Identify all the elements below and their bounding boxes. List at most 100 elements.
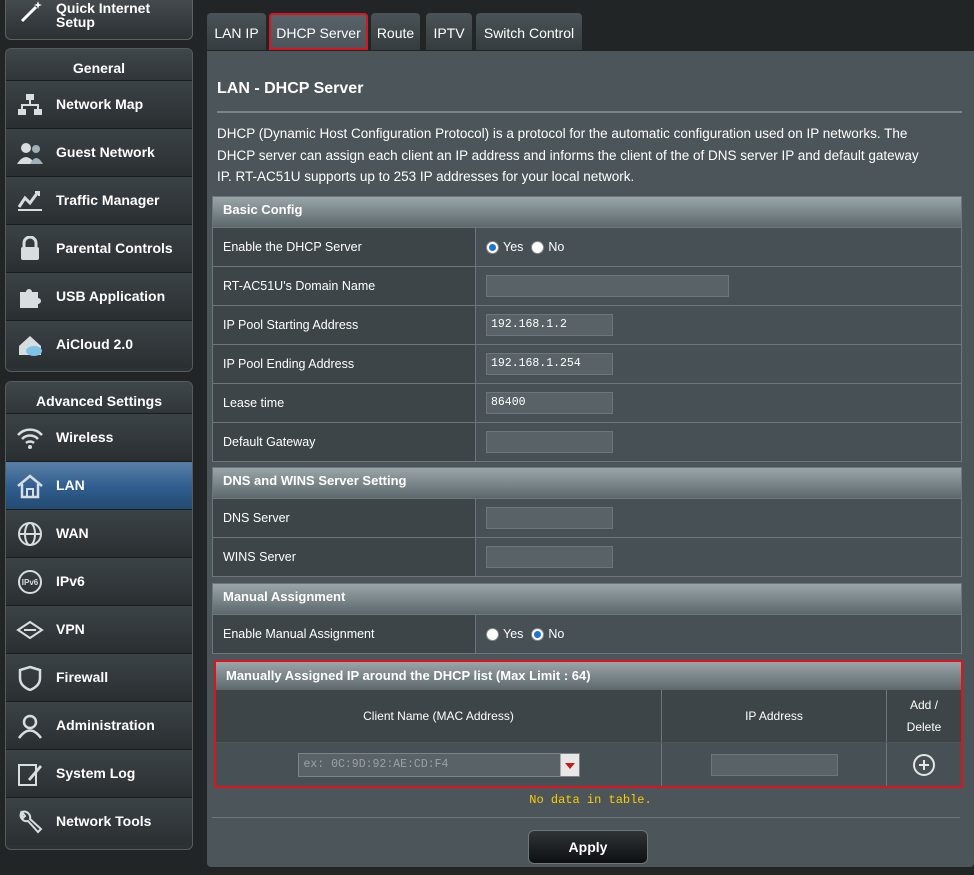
vpn-icon xyxy=(16,620,44,640)
ip-pool-end-input[interactable]: 192.168.1.254 xyxy=(486,353,613,375)
enable-dhcp-radios: Yes No xyxy=(486,228,572,266)
enable-manual-no-radio[interactable] xyxy=(531,627,545,641)
sidebar-item-label: USB Application xyxy=(56,288,166,304)
sidebar-item-firewall[interactable]: Firewall xyxy=(6,653,192,701)
section-title: Basic Config xyxy=(213,197,961,227)
enable-dhcp-yes-radio[interactable] xyxy=(486,240,499,254)
lease-time-input[interactable]: 86400 xyxy=(486,392,613,414)
default-gateway-input[interactable] xyxy=(486,431,613,453)
domain-name-row: RT-AC51U's Domain Name xyxy=(213,266,961,305)
advanced-settings-menu: Advanced Settings Wireless LAN WAN IPv6 xyxy=(5,381,193,850)
add-delete-label-2: Delete xyxy=(906,720,942,734)
add-delete-label-1: Add / xyxy=(909,698,939,712)
basic-config-section: Basic Config Enable the DHCP Server Yes … xyxy=(212,196,962,462)
sidebar-item-network-map[interactable]: Network Map xyxy=(6,80,192,128)
tab-lan-ip[interactable]: LAN IP xyxy=(207,13,266,50)
svg-text:IPv6: IPv6 xyxy=(22,578,39,587)
manual-assignment-section: Manual Assignment Enable Manual Assignme… xyxy=(212,583,962,654)
wand-icon xyxy=(20,1,42,23)
page-description: DHCP (Dynamic Host Configuration Protoco… xyxy=(217,126,919,184)
add-cell xyxy=(887,743,961,786)
ip-pool-start-input[interactable]: 192.168.1.2 xyxy=(486,314,613,336)
wins-server-input[interactable] xyxy=(486,546,613,568)
sidebar-item-wan[interactable]: WAN xyxy=(6,509,192,557)
enable-manual-yes-radio[interactable] xyxy=(486,627,499,641)
column-header-ip: IP Address xyxy=(662,690,887,742)
sidebar-item-label: LAN xyxy=(56,477,85,493)
user-icon xyxy=(17,714,43,739)
client-mac-cell: ex: 0C:9D:92:AE:CD:F4 xyxy=(216,743,662,786)
sidebar-item-network-tools[interactable]: Network Tools xyxy=(6,797,192,845)
wins-server-label: WINS Server xyxy=(213,538,476,576)
sidebar-item-aicloud[interactable]: AiCloud 2.0 xyxy=(6,320,192,368)
sidebar-item-label: Network Tools xyxy=(56,813,152,829)
radio-label: Yes xyxy=(503,240,524,254)
client-mac-combobox[interactable]: ex: 0C:9D:92:AE:CD:F4 xyxy=(297,752,580,777)
tab-switch-control[interactable]: Switch Control xyxy=(476,13,582,50)
apply-button[interactable]: Apply xyxy=(528,830,648,864)
guest-network-icon xyxy=(17,143,43,164)
sidebar-item-system-log[interactable]: System Log xyxy=(6,749,192,797)
sidebar-item-label: Network Map xyxy=(56,96,144,112)
dns-server-row: DNS Server xyxy=(213,498,961,537)
column-header-add-delete: Add / Delete xyxy=(887,690,961,742)
manual-ip-input[interactable] xyxy=(710,753,838,776)
radio-label: Yes xyxy=(503,627,524,641)
bottom-divider xyxy=(212,817,960,818)
sidebar-item-label: IPv6 xyxy=(56,573,85,589)
sidebar-item-label: WAN xyxy=(56,525,89,541)
dns-wins-section: DNS and WINS Server Setting DNS Server W… xyxy=(212,467,962,577)
manual-dhcp-list: Manually Assigned IP around the DHCP lis… xyxy=(214,660,963,788)
sidebar-item-administration[interactable]: Administration xyxy=(6,701,192,749)
dns-server-label: DNS Server xyxy=(213,499,476,537)
sidebar-item-wireless[interactable]: Wireless xyxy=(6,413,192,461)
sidebar-item-label: Parental Controls xyxy=(56,240,173,256)
puzzle-icon xyxy=(20,289,41,308)
section-title: DNS and WINS Server Setting xyxy=(213,468,961,498)
sidebar-item-label: AiCloud 2.0 xyxy=(56,336,134,352)
sidebar-item-label: Firewall xyxy=(56,669,109,685)
title-divider xyxy=(217,111,962,113)
sidebar-item-label: Traffic Manager xyxy=(56,192,160,208)
log-edit-icon xyxy=(18,764,42,786)
main-content: LAN - DHCP Server DHCP (Dynamic Host Con… xyxy=(207,51,974,867)
sidebar-item-label: Guest Network xyxy=(56,144,155,160)
section-title: Manually Assigned IP around the DHCP lis… xyxy=(216,662,961,690)
ip-address-cell xyxy=(662,743,887,786)
general-menu-title: General xyxy=(6,49,192,80)
sidebar-item-parental-controls[interactable]: Parental Controls xyxy=(6,224,192,272)
tab-route[interactable]: Route xyxy=(371,13,420,50)
traffic-manager-icon xyxy=(17,191,42,211)
column-header-client: Client Name (MAC Address) xyxy=(216,690,662,742)
quick-internet-setup-button[interactable]: Quick Internet Setup xyxy=(5,0,193,40)
add-circle-icon[interactable] xyxy=(913,753,935,776)
enable-dhcp-row: Enable the DHCP Server Yes No xyxy=(213,227,961,266)
chevron-down-icon[interactable] xyxy=(559,753,579,776)
sidebar-item-label: System Log xyxy=(56,765,136,781)
enable-dhcp-no-radio[interactable] xyxy=(531,240,545,254)
sidebar-item-lan[interactable]: LAN xyxy=(6,461,192,509)
sidebar-item-label: VPN xyxy=(56,621,85,637)
section-title: Manual Assignment xyxy=(213,584,961,614)
ip-pool-start-row: IP Pool Starting Address 192.168.1.2 xyxy=(213,305,961,344)
tab-iptv[interactable]: IPTV xyxy=(426,13,472,50)
sidebar-item-guest-network[interactable]: Guest Network xyxy=(6,128,192,176)
ip-pool-start-label: IP Pool Starting Address xyxy=(213,306,476,344)
default-gateway-row: Default Gateway xyxy=(213,422,961,461)
wins-server-row: WINS Server xyxy=(213,537,961,576)
network-map-icon xyxy=(18,94,42,115)
wifi-icon xyxy=(17,428,43,449)
tab-dhcp-server[interactable]: DHCP Server xyxy=(269,13,368,50)
sidebar-item-vpn[interactable]: VPN xyxy=(6,605,192,653)
ip-pool-end-row: IP Pool Ending Address 192.168.1.254 xyxy=(213,344,961,383)
quick-internet-setup-label: Quick Internet Setup xyxy=(56,0,151,30)
domain-name-input[interactable] xyxy=(486,275,729,297)
domain-name-label: RT-AC51U's Domain Name xyxy=(213,267,476,305)
dns-server-input[interactable] xyxy=(486,507,613,529)
sidebar-item-label: Administration xyxy=(56,717,155,733)
lease-time-row: Lease time 86400 xyxy=(213,383,961,422)
sidebar-item-usb-application[interactable]: USB Application xyxy=(6,272,192,320)
sidebar-item-ipv6[interactable]: IPv6 IPv6 xyxy=(6,557,192,605)
sidebar-item-traffic-manager[interactable]: Traffic Manager xyxy=(6,176,192,224)
shield-icon xyxy=(18,665,42,691)
